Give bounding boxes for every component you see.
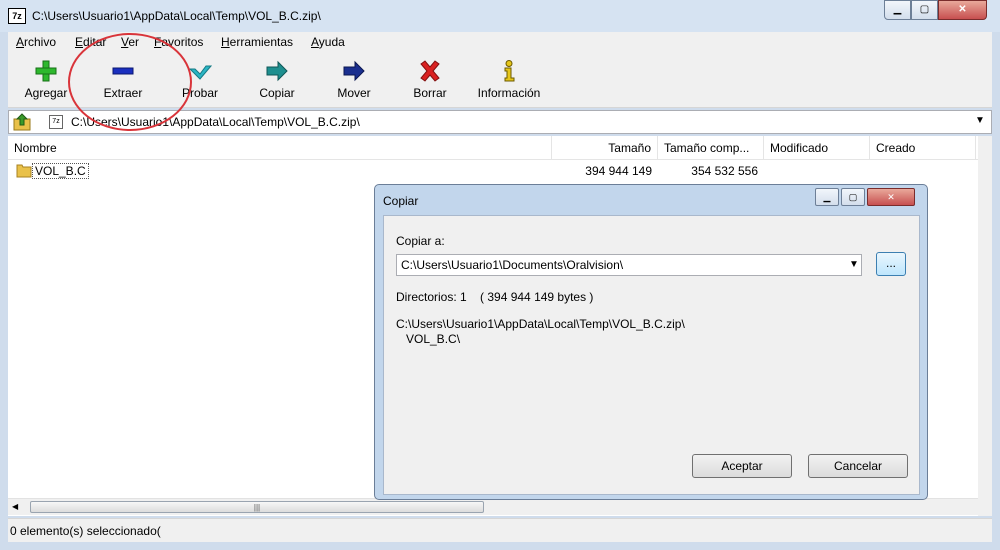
menu-label: ditar — [83, 35, 107, 49]
destination-path-combo[interactable]: C:\Users\Usuario1\Documents\Oralvision\ … — [396, 254, 862, 276]
copy-button[interactable]: Copiar — [248, 52, 306, 108]
file-packed-size: 354 532 556 — [691, 164, 758, 178]
scroll-thumb[interactable]: ||| — [30, 501, 484, 513]
horizontal-scrollbar[interactable]: ◀ ||| — [8, 498, 978, 515]
title-bar: 7z C:\Users\Usuario1\AppData\Local\Temp\… — [0, 0, 1000, 32]
up-folder-icon[interactable] — [13, 113, 31, 131]
move-label: Mover — [337, 86, 371, 100]
menu-herramientas[interactable]: Herramientas — [221, 35, 293, 49]
menu-bar: Archivo Editar Ver Favoritos Herramienta… — [8, 32, 992, 52]
browse-button[interactable]: ... — [876, 252, 906, 276]
address-bar[interactable]: 7z C:\Users\Usuario1\AppData\Local\Temp\… — [8, 110, 992, 134]
menu-accel: A — [16, 35, 25, 49]
toolbar: Agregar Extraer Probar Copiar Mover Borr… — [8, 52, 992, 108]
dialog-maximize-button[interactable]: ▢ — [841, 188, 865, 206]
status-text: 0 elemento(s) seleccionado( — [10, 524, 161, 538]
col-size[interactable]: Tamaño — [552, 136, 658, 160]
delete-button[interactable]: Borrar — [402, 52, 458, 108]
accept-button[interactable]: Aceptar — [692, 454, 792, 478]
dialog-title: Copiar — [383, 194, 419, 208]
move-arrow-icon — [343, 60, 365, 82]
plus-icon — [35, 60, 57, 82]
delete-x-icon — [420, 60, 440, 82]
menu-label: yuda — [318, 35, 345, 49]
scroll-left-icon[interactable]: ◀ — [12, 502, 18, 511]
copy-label: Copiar — [259, 86, 295, 100]
menu-label: er — [128, 35, 140, 49]
col-modified[interactable]: Modificado — [764, 136, 870, 160]
thumb-grip-icon: ||| — [253, 503, 261, 512]
col-name[interactable]: Nombre — [8, 136, 552, 160]
menu-favoritos[interactable]: Favoritos — [154, 35, 203, 49]
info-button[interactable]: Información — [470, 52, 548, 108]
main-window: 7z C:\Users\Usuario1\AppData\Local\Temp\… — [0, 0, 1000, 550]
close-button[interactable]: ✕ — [938, 0, 987, 20]
file-size: 394 944 149 — [585, 164, 652, 178]
source-path: C:\Users\Usuario1\AppData\Local\Temp\VOL… — [396, 317, 685, 331]
source-item: VOL_B.C\ — [406, 332, 461, 346]
add-button[interactable]: Agregar — [16, 52, 76, 108]
menu-accel: H — [221, 35, 230, 49]
info-label: Información — [477, 86, 541, 100]
file-name[interactable]: VOL_B.C — [32, 163, 89, 179]
copy-to-label: Copiar a: — [396, 234, 445, 248]
folder-icon — [16, 164, 32, 178]
copy-arrow-icon — [266, 60, 288, 82]
col-packed-size[interactable]: Tamaño comp... — [658, 136, 764, 160]
status-bar: 0 elemento(s) seleccionado( — [8, 518, 992, 542]
check-icon — [188, 65, 212, 80]
extract-label: Extraer — [103, 86, 143, 100]
address-dropdown-icon[interactable]: ▼ — [975, 115, 985, 126]
menu-label: avoritos — [161, 35, 204, 49]
dialog-body: Copiar a: C:\Users\Usuario1\Documents\Or… — [383, 215, 920, 495]
menu-accel: E — [75, 35, 84, 49]
path-dropdown-icon[interactable]: ▼ — [849, 259, 859, 270]
menu-ver[interactable]: Ver — [121, 35, 139, 49]
list-header: Nombre Tamaño Tamaño comp... Modificado … — [8, 136, 992, 160]
menu-editar[interactable]: Editar — [75, 35, 106, 49]
move-button[interactable]: Mover — [326, 52, 382, 108]
dialog-minimize-button[interactable]: ▁ — [815, 188, 839, 206]
window-title: C:\Users\Usuario1\AppData\Local\Temp\VOL… — [32, 9, 321, 23]
dialog-close-button[interactable]: ✕ — [867, 188, 915, 206]
directories-info: Directorios: 1 ( 394 944 149 bytes ) — [396, 290, 594, 304]
address-path[interactable]: C:\Users\Usuario1\AppData\Local\Temp\VOL… — [71, 115, 360, 129]
test-button[interactable]: Probar — [172, 52, 228, 108]
copy-dialog: Copiar ▁ ▢ ✕ Copiar a: C:\Users\Usuario1… — [374, 184, 928, 500]
vertical-scrollbar[interactable] — [978, 136, 992, 516]
menu-archivo[interactable]: Archivo — [16, 35, 56, 49]
7zip-app-icon: 7z — [8, 8, 26, 24]
menu-label: erramientas — [229, 35, 294, 49]
test-label: Probar — [181, 86, 219, 100]
info-icon — [504, 60, 515, 82]
cancel-button[interactable]: Cancelar — [808, 454, 908, 478]
minus-icon — [112, 67, 134, 75]
table-row[interactable]: VOL_B.C 394 944 149 354 532 556 — [8, 162, 992, 180]
extract-button[interactable]: Extraer — [94, 52, 152, 108]
menu-label: rchivo — [24, 35, 57, 49]
menu-ayuda[interactable]: Ayuda — [311, 35, 345, 49]
col-created[interactable]: Creado — [870, 136, 976, 160]
menu-accel: A — [311, 35, 319, 49]
destination-path-value[interactable]: C:\Users\Usuario1\Documents\Oralvision\ — [401, 258, 623, 272]
archive-icon: 7z — [49, 115, 63, 129]
maximize-button[interactable]: ▢ — [911, 0, 938, 20]
add-label: Agregar — [24, 86, 68, 100]
delete-label: Borrar — [413, 86, 447, 100]
minimize-button[interactable]: ▁ — [884, 0, 911, 20]
